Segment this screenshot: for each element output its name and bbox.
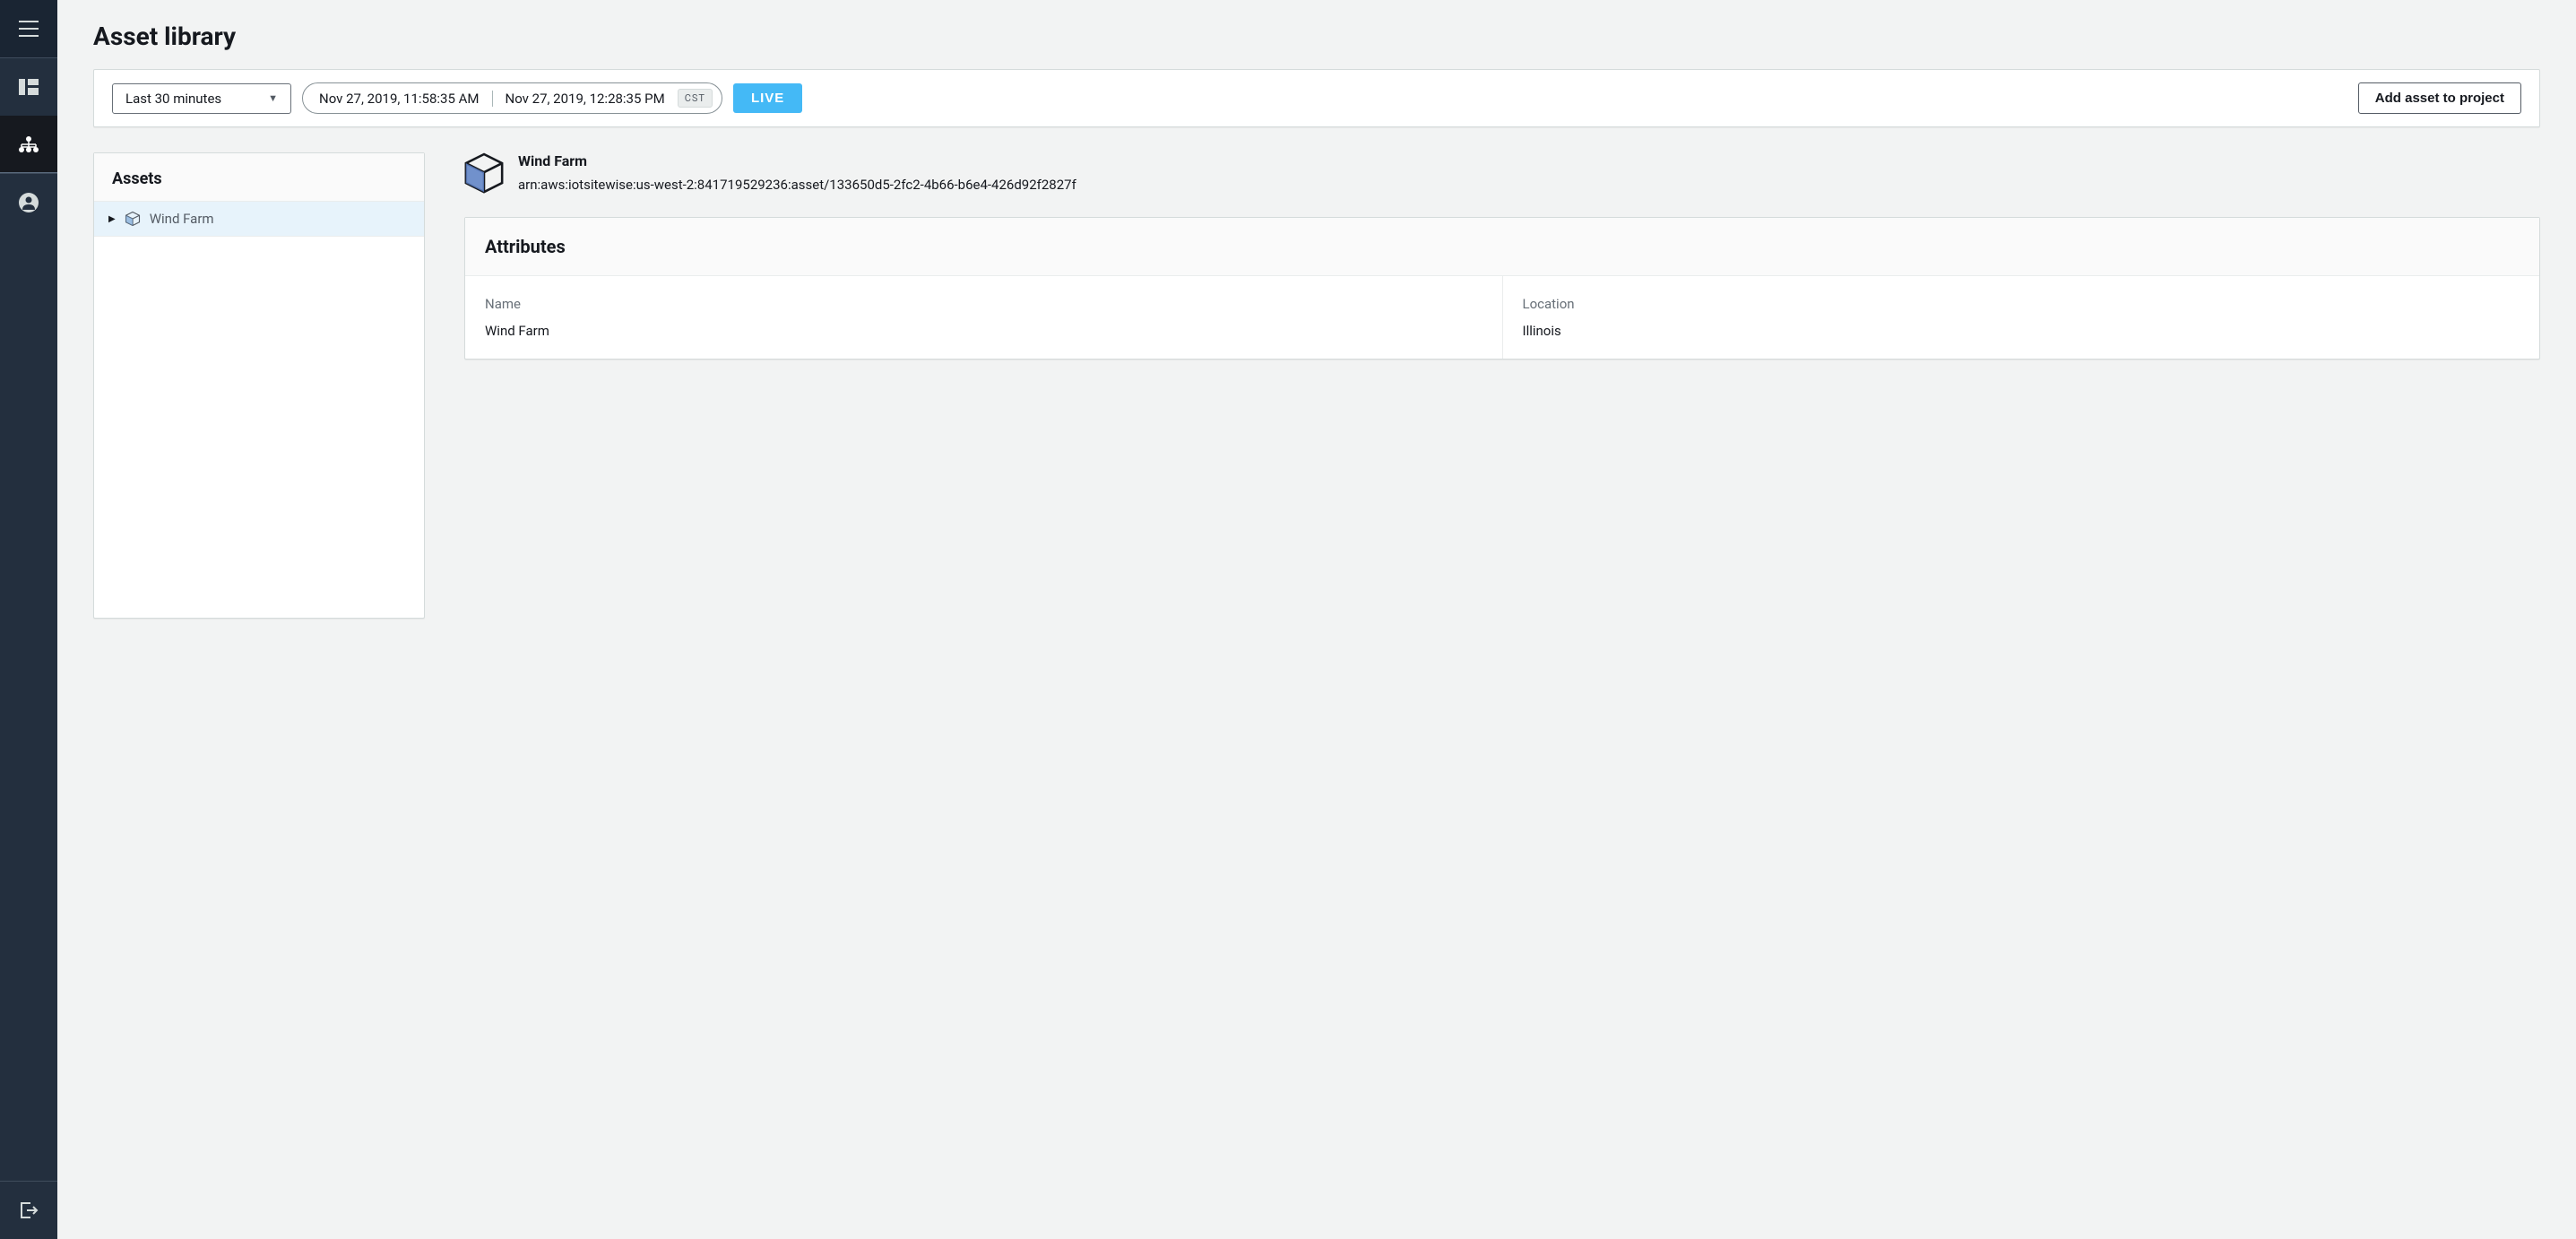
nav-menu-toggle[interactable] <box>0 0 57 57</box>
timezone-badge: CST <box>678 89 713 108</box>
toolbar: Last 30 minutes ▼ Nov 27, 2019, 11:58:35… <box>93 69 2540 127</box>
asset-arn: arn:aws:iotsitewise:us-west-2:8417195292… <box>518 177 1076 193</box>
attribute-value: Illinois <box>1523 323 2520 339</box>
logout-icon <box>19 1200 39 1220</box>
hamburger-icon <box>19 21 39 37</box>
sidebar-nav <box>0 0 57 1239</box>
main-content: Asset library Last 30 minutes ▼ Nov 27, … <box>57 0 2576 1239</box>
nav-item-assets[interactable] <box>0 116 57 173</box>
attribute-value: Wind Farm <box>485 323 1482 339</box>
hierarchy-icon <box>18 135 39 153</box>
nav-item-user[interactable] <box>0 174 57 231</box>
dashboard-icon <box>19 79 39 95</box>
attributes-body: Name Wind Farm Location Illinois <box>465 276 2539 359</box>
assets-panel-header: Assets <box>94 153 424 202</box>
date-divider <box>492 91 493 107</box>
assets-panel: Assets ▶ Wind Farm <box>93 152 425 619</box>
attributes-panel: Attributes Name Wind Farm Location Illin… <box>464 217 2540 360</box>
add-asset-button[interactable]: Add asset to project <box>2358 82 2521 114</box>
cube-icon <box>125 211 141 227</box>
cube-icon <box>464 152 504 195</box>
start-time: Nov 27, 2019, 11:58:35 AM <box>319 91 480 107</box>
nav-item-dashboards[interactable] <box>0 58 57 116</box>
asset-name: Wind Farm <box>518 152 1076 169</box>
time-range-select[interactable]: Last 30 minutes ▼ <box>112 83 291 114</box>
end-time: Nov 27, 2019, 12:28:35 PM <box>506 91 665 107</box>
nav-item-logout[interactable] <box>0 1182 57 1239</box>
user-icon <box>19 193 39 212</box>
content-row: Assets ▶ Wind Farm <box>93 152 2540 619</box>
time-range-label: Last 30 minutes <box>125 91 221 107</box>
caret-right-icon: ▶ <box>108 214 116 224</box>
attribute-label: Location <box>1523 296 2520 312</box>
attribute-label: Name <box>485 296 1482 312</box>
asset-tree-item[interactable]: ▶ Wind Farm <box>94 202 424 237</box>
date-range-picker[interactable]: Nov 27, 2019, 11:58:35 AM Nov 27, 2019, … <box>302 82 722 114</box>
attribute-column: Name Wind Farm <box>465 276 1502 359</box>
attributes-header: Attributes <box>465 218 2539 276</box>
caret-down-icon: ▼ <box>268 92 278 104</box>
asset-tree-item-label: Wind Farm <box>150 211 214 227</box>
live-button[interactable]: LIVE <box>733 83 802 113</box>
page-title: Asset library <box>93 22 2540 51</box>
asset-header: Wind Farm arn:aws:iotsitewise:us-west-2:… <box>464 152 2540 195</box>
attribute-column: Location Illinois <box>1502 276 2540 359</box>
asset-detail: Wind Farm arn:aws:iotsitewise:us-west-2:… <box>464 152 2540 360</box>
